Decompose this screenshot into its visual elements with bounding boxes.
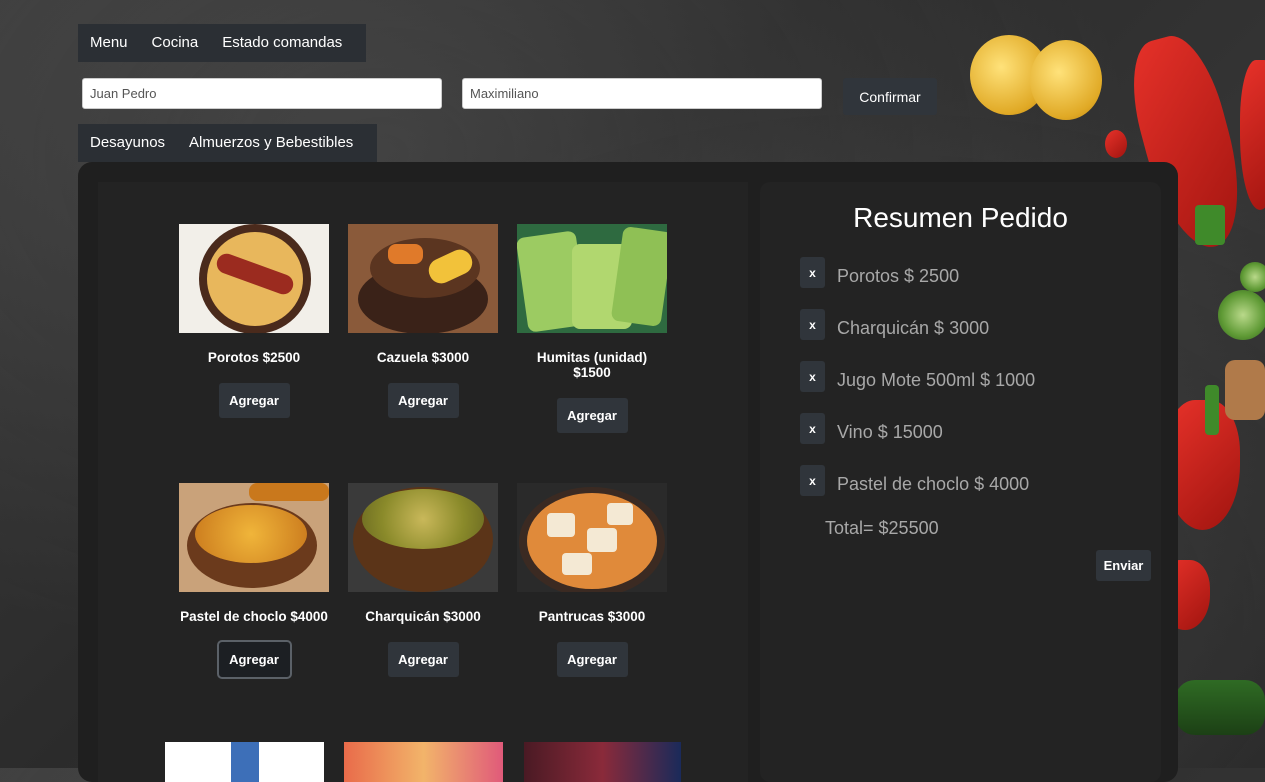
add-button[interactable]: Agregar [387,642,459,677]
order-item: x Jugo Mote 500ml $ 1000 [800,361,1035,392]
category-navigation: Desayunos Almuerzos y Bebestibles [78,124,378,162]
menu-item-image [344,742,503,782]
order-total: Total= $25500 [825,518,939,538]
nav-estado-comandas[interactable]: Estado comandas [210,24,354,62]
menu-item-card: Humitas (unidad) $1500 Agregar [517,224,667,433]
add-button[interactable]: Agregar [218,383,290,418]
add-button[interactable]: Agregar [556,642,628,677]
order-item: x Charquicán $ 3000 [800,309,989,340]
category-almuerzos-bebestibles[interactable]: Almuerzos y Bebestibles [177,124,365,162]
summary-title: Resumen Pedido [853,202,1068,233]
confirm-button[interactable]: Confirmar [843,78,937,115]
menu-item-name: Charquicán $3000 [365,609,481,624]
menu-item-card: Charquicán $3000 Agregar [348,483,498,677]
menu-item-name: Pantrucas $3000 [538,609,646,624]
add-button[interactable]: Agregar [216,640,292,679]
menu-item-name: Cazuela $3000 [376,350,470,365]
remove-item-button[interactable]: x [800,257,825,288]
cazuela-image [348,224,498,333]
order-summary: Resumen Pedido x Porotos $ 2500 x Charqu… [760,182,1161,782]
order-item-text: Vino $ 15000 [837,422,943,442]
remove-item-button[interactable]: x [800,413,825,444]
send-button[interactable]: Enviar [1096,550,1151,581]
add-button[interactable]: Agregar [556,398,628,433]
pastel-de-choclo-image [179,483,329,592]
order-item-text: Pastel de choclo $ 4000 [837,474,1030,494]
order-item: x Pastel de choclo $ 4000 [800,465,1029,496]
remove-item-button[interactable]: x [800,309,825,340]
humitas-image [517,224,667,333]
menu-item-name: Porotos $2500 [207,350,301,365]
remove-item-button[interactable]: x [800,361,825,392]
pantrucas-image [517,483,667,592]
menu-item-name: Humitas (unidad) $1500 [536,350,648,380]
order-item: x Porotos $ 2500 [800,257,959,288]
menu-item-image [524,742,681,782]
order-item-text: Charquicán $ 3000 [837,318,990,338]
menu-item-image [165,742,324,782]
charquican-image [348,483,498,592]
nav-menu[interactable]: Menu [90,24,140,62]
menu-item-card: Pantrucas $3000 Agregar [517,483,667,677]
category-desayunos[interactable]: Desayunos [90,124,177,162]
porotos-image [179,224,329,333]
nav-cocina[interactable]: Cocina [140,24,211,62]
order-item: x Vino $ 15000 [800,413,943,444]
menu-item-name: Pastel de choclo $4000 [180,609,328,624]
top-navigation: Menu Cocina Estado comandas [78,24,367,62]
order-item-text: Porotos $ 2500 [837,266,960,286]
add-button[interactable]: Agregar [387,383,459,418]
waiter-name-input[interactable] [462,78,822,109]
menu-item-card: Pastel de choclo $4000 Agregar [179,483,329,679]
menu-item-card: Porotos $2500 Agregar [179,224,329,418]
remove-item-button[interactable]: x [800,465,825,496]
customer-name-input[interactable] [82,78,442,109]
menu-panel: Porotos $2500 Agregar Cazuela $3000 Agre… [98,182,748,782]
order-item-text: Jugo Mote 500ml $ 1000 [837,370,1036,390]
menu-item-card: Cazuela $3000 Agregar [348,224,498,418]
